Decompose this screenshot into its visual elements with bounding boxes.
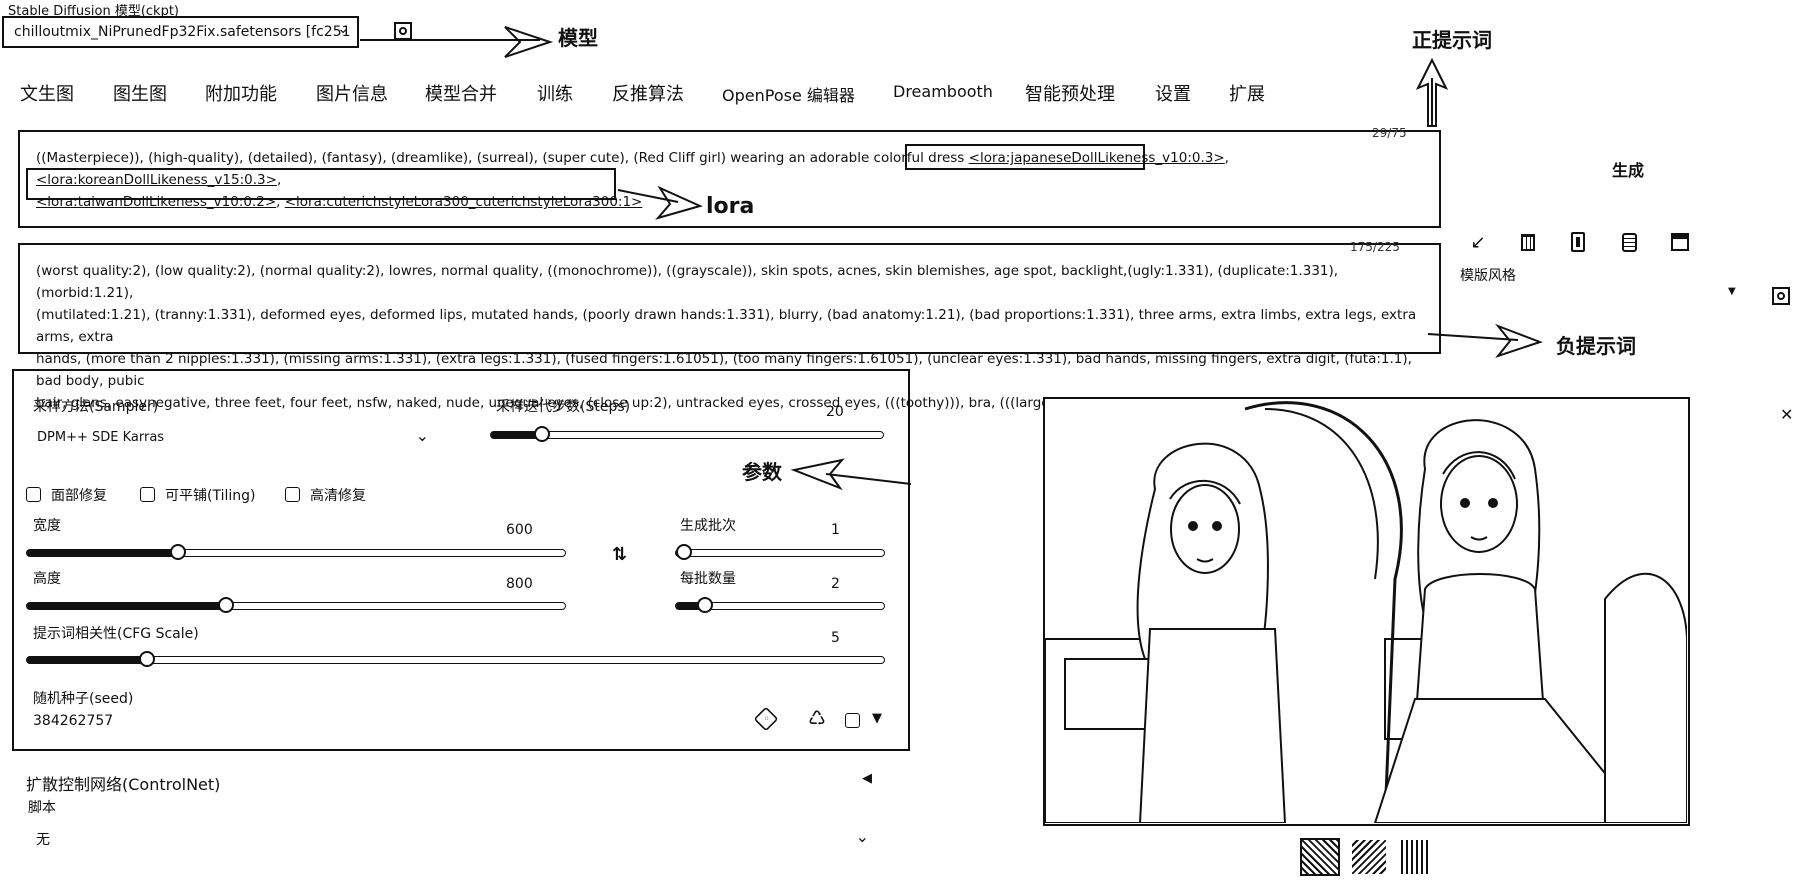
model-select[interactable]: chilloutmix_NiPrunedFp32Fix.safetensors … bbox=[2, 16, 359, 48]
steps-slider[interactable] bbox=[490, 426, 884, 442]
close-icon[interactable]: ✕ bbox=[1780, 405, 1793, 424]
cfg-label: 提示词相关性(CFG Scale) bbox=[33, 626, 199, 642]
model-select-value: chilloutmix_NiPrunedFp32Fix.safetensors … bbox=[14, 24, 351, 40]
slider-handle[interactable] bbox=[218, 597, 235, 613]
slider-fill bbox=[27, 655, 147, 664]
face-restore-checkbox[interactable] bbox=[26, 487, 41, 502]
seed-extra-checkbox[interactable] bbox=[845, 713, 860, 728]
face-restore-label: 面部修复 bbox=[51, 488, 107, 504]
steps-label: 采样迭代步数(Steps) bbox=[496, 399, 631, 415]
tab-preprocess[interactable]: 智能预处理 bbox=[1025, 80, 1115, 106]
lora-highlight-box bbox=[905, 144, 1145, 170]
arrow-icon bbox=[790, 458, 912, 491]
slider-handle[interactable] bbox=[138, 651, 155, 667]
tab-txt2img[interactable]: 文生图 bbox=[20, 80, 74, 106]
controlnet-caret[interactable]: ◀ bbox=[862, 771, 872, 786]
slider-handle[interactable] bbox=[676, 544, 692, 560]
chevron-down-icon: ⌄ bbox=[337, 21, 349, 37]
output-thumbnail[interactable] bbox=[1398, 840, 1428, 874]
annotation-lora: lora bbox=[706, 194, 755, 219]
chevron-down-icon: ⌄ bbox=[415, 426, 429, 445]
script-select[interactable]: 无 ⌄ bbox=[28, 825, 873, 853]
tab-dreambooth[interactable]: Dreambooth bbox=[893, 82, 993, 101]
sampler-select[interactable]: DPM++ SDE Karras ⌄ bbox=[33, 422, 433, 450]
negative-line: (worst quality:2), (low quality:2), (nor… bbox=[36, 263, 1339, 301]
tab-merge[interactable]: 模型合并 bbox=[425, 80, 497, 106]
tab-png-info[interactable]: 图片信息 bbox=[316, 80, 388, 106]
save-icon[interactable] bbox=[1668, 230, 1692, 254]
width-label: 宽度 bbox=[33, 518, 61, 534]
slider-fill bbox=[27, 548, 178, 557]
prompt-text-segment: ((Masterpiece)), (high-quality), (detail… bbox=[36, 150, 969, 166]
output-image[interactable] bbox=[1043, 397, 1690, 826]
batch-count-slider[interactable] bbox=[675, 544, 885, 560]
card-icon[interactable] bbox=[1566, 230, 1590, 254]
negative-prompt-counter: 175/225 bbox=[1350, 240, 1400, 254]
script-label: 脚本 bbox=[28, 800, 56, 816]
slider-handle[interactable] bbox=[533, 426, 550, 442]
tab-openpose[interactable]: OpenPose 编辑器 bbox=[722, 82, 855, 106]
arrow-icon[interactable]: ↙ bbox=[1466, 230, 1490, 254]
tab-train[interactable]: 训练 bbox=[537, 80, 573, 106]
width-value[interactable]: 600 bbox=[506, 522, 533, 538]
height-value[interactable]: 800 bbox=[506, 576, 533, 592]
arrow-icon bbox=[1428, 323, 1543, 359]
tab-extensions[interactable]: 扩展 bbox=[1229, 80, 1265, 106]
seed-label: 随机种子(seed) bbox=[33, 691, 134, 707]
arrow-icon bbox=[618, 185, 703, 220]
style-dropdown-caret[interactable]: ▼ bbox=[1728, 286, 1736, 297]
sampler-value: DPM++ SDE Karras bbox=[37, 430, 165, 445]
clipboard-icon[interactable] bbox=[1617, 230, 1641, 254]
height-slider[interactable] bbox=[26, 597, 566, 613]
annotation-negative: 负提示词 bbox=[1556, 334, 1636, 358]
girl-left-sketch bbox=[1136, 442, 1287, 824]
output-thumbnail[interactable] bbox=[1352, 840, 1386, 874]
batch-count-label: 生成批次 bbox=[680, 518, 736, 534]
tiling-label: 可平铺(Tiling) bbox=[165, 488, 256, 504]
style-label: 模版风格 bbox=[1460, 268, 1516, 284]
negative-line: (mutilated:1.21), (tranny:1.331), deform… bbox=[36, 307, 1417, 345]
controlnet-accordion[interactable]: 扩散控制网络(ControlNet) bbox=[26, 771, 220, 795]
slider-fill bbox=[27, 601, 227, 610]
cfg-value[interactable]: 5 bbox=[831, 630, 840, 646]
output-image-sketch bbox=[1045, 399, 1688, 824]
swap-icon[interactable]: ⇅ bbox=[612, 544, 627, 565]
tiling-checkbox[interactable] bbox=[140, 487, 155, 502]
height-label: 高度 bbox=[33, 571, 61, 587]
cfg-slider[interactable] bbox=[26, 651, 885, 667]
hires-checkbox[interactable] bbox=[285, 487, 300, 502]
batch-size-value[interactable]: 2 bbox=[831, 576, 840, 592]
lora-highlight-box bbox=[26, 168, 616, 200]
batch-size-slider[interactable] bbox=[675, 597, 885, 613]
arrow-icon bbox=[360, 26, 554, 58]
annotation-params: 参数 bbox=[742, 460, 782, 484]
tab-interrogate[interactable]: 反推算法 bbox=[612, 80, 684, 106]
width-slider[interactable] bbox=[26, 544, 566, 560]
output-thumbnail[interactable] bbox=[1300, 838, 1340, 876]
positive-prompt-counter: 29/75 bbox=[1372, 126, 1407, 140]
tab-extras[interactable]: 附加功能 bbox=[205, 80, 277, 106]
seed-input[interactable]: 384262757 bbox=[33, 713, 113, 729]
annotation-positive: 正提示词 bbox=[1412, 28, 1492, 52]
arrow-icon bbox=[1415, 58, 1449, 127]
slider-handle[interactable] bbox=[169, 544, 186, 560]
annotation-model: 模型 bbox=[558, 26, 598, 50]
chevron-down-icon: ⌄ bbox=[855, 827, 869, 846]
separator: , bbox=[1224, 150, 1229, 166]
generate-button[interactable]: 生成 bbox=[1612, 157, 1644, 181]
batch-count-value[interactable]: 1 bbox=[831, 522, 840, 538]
trash-icon[interactable] bbox=[1516, 230, 1540, 254]
tab-img2img[interactable]: 图生图 bbox=[113, 80, 167, 106]
seed-extra-caret[interactable]: ▼ bbox=[872, 711, 882, 726]
hires-label: 高清修复 bbox=[310, 488, 366, 504]
batch-size-label: 每批数量 bbox=[680, 571, 736, 587]
tab-settings[interactable]: 设置 bbox=[1155, 80, 1191, 106]
recycle-icon[interactable]: ♺ bbox=[805, 706, 829, 730]
script-value: 无 bbox=[36, 832, 50, 848]
sampler-label: 采样方法(Sampler) bbox=[33, 399, 159, 415]
slider-handle[interactable] bbox=[697, 597, 714, 613]
steps-value[interactable]: 20 bbox=[826, 404, 844, 420]
refresh-icon[interactable] bbox=[1772, 287, 1790, 305]
